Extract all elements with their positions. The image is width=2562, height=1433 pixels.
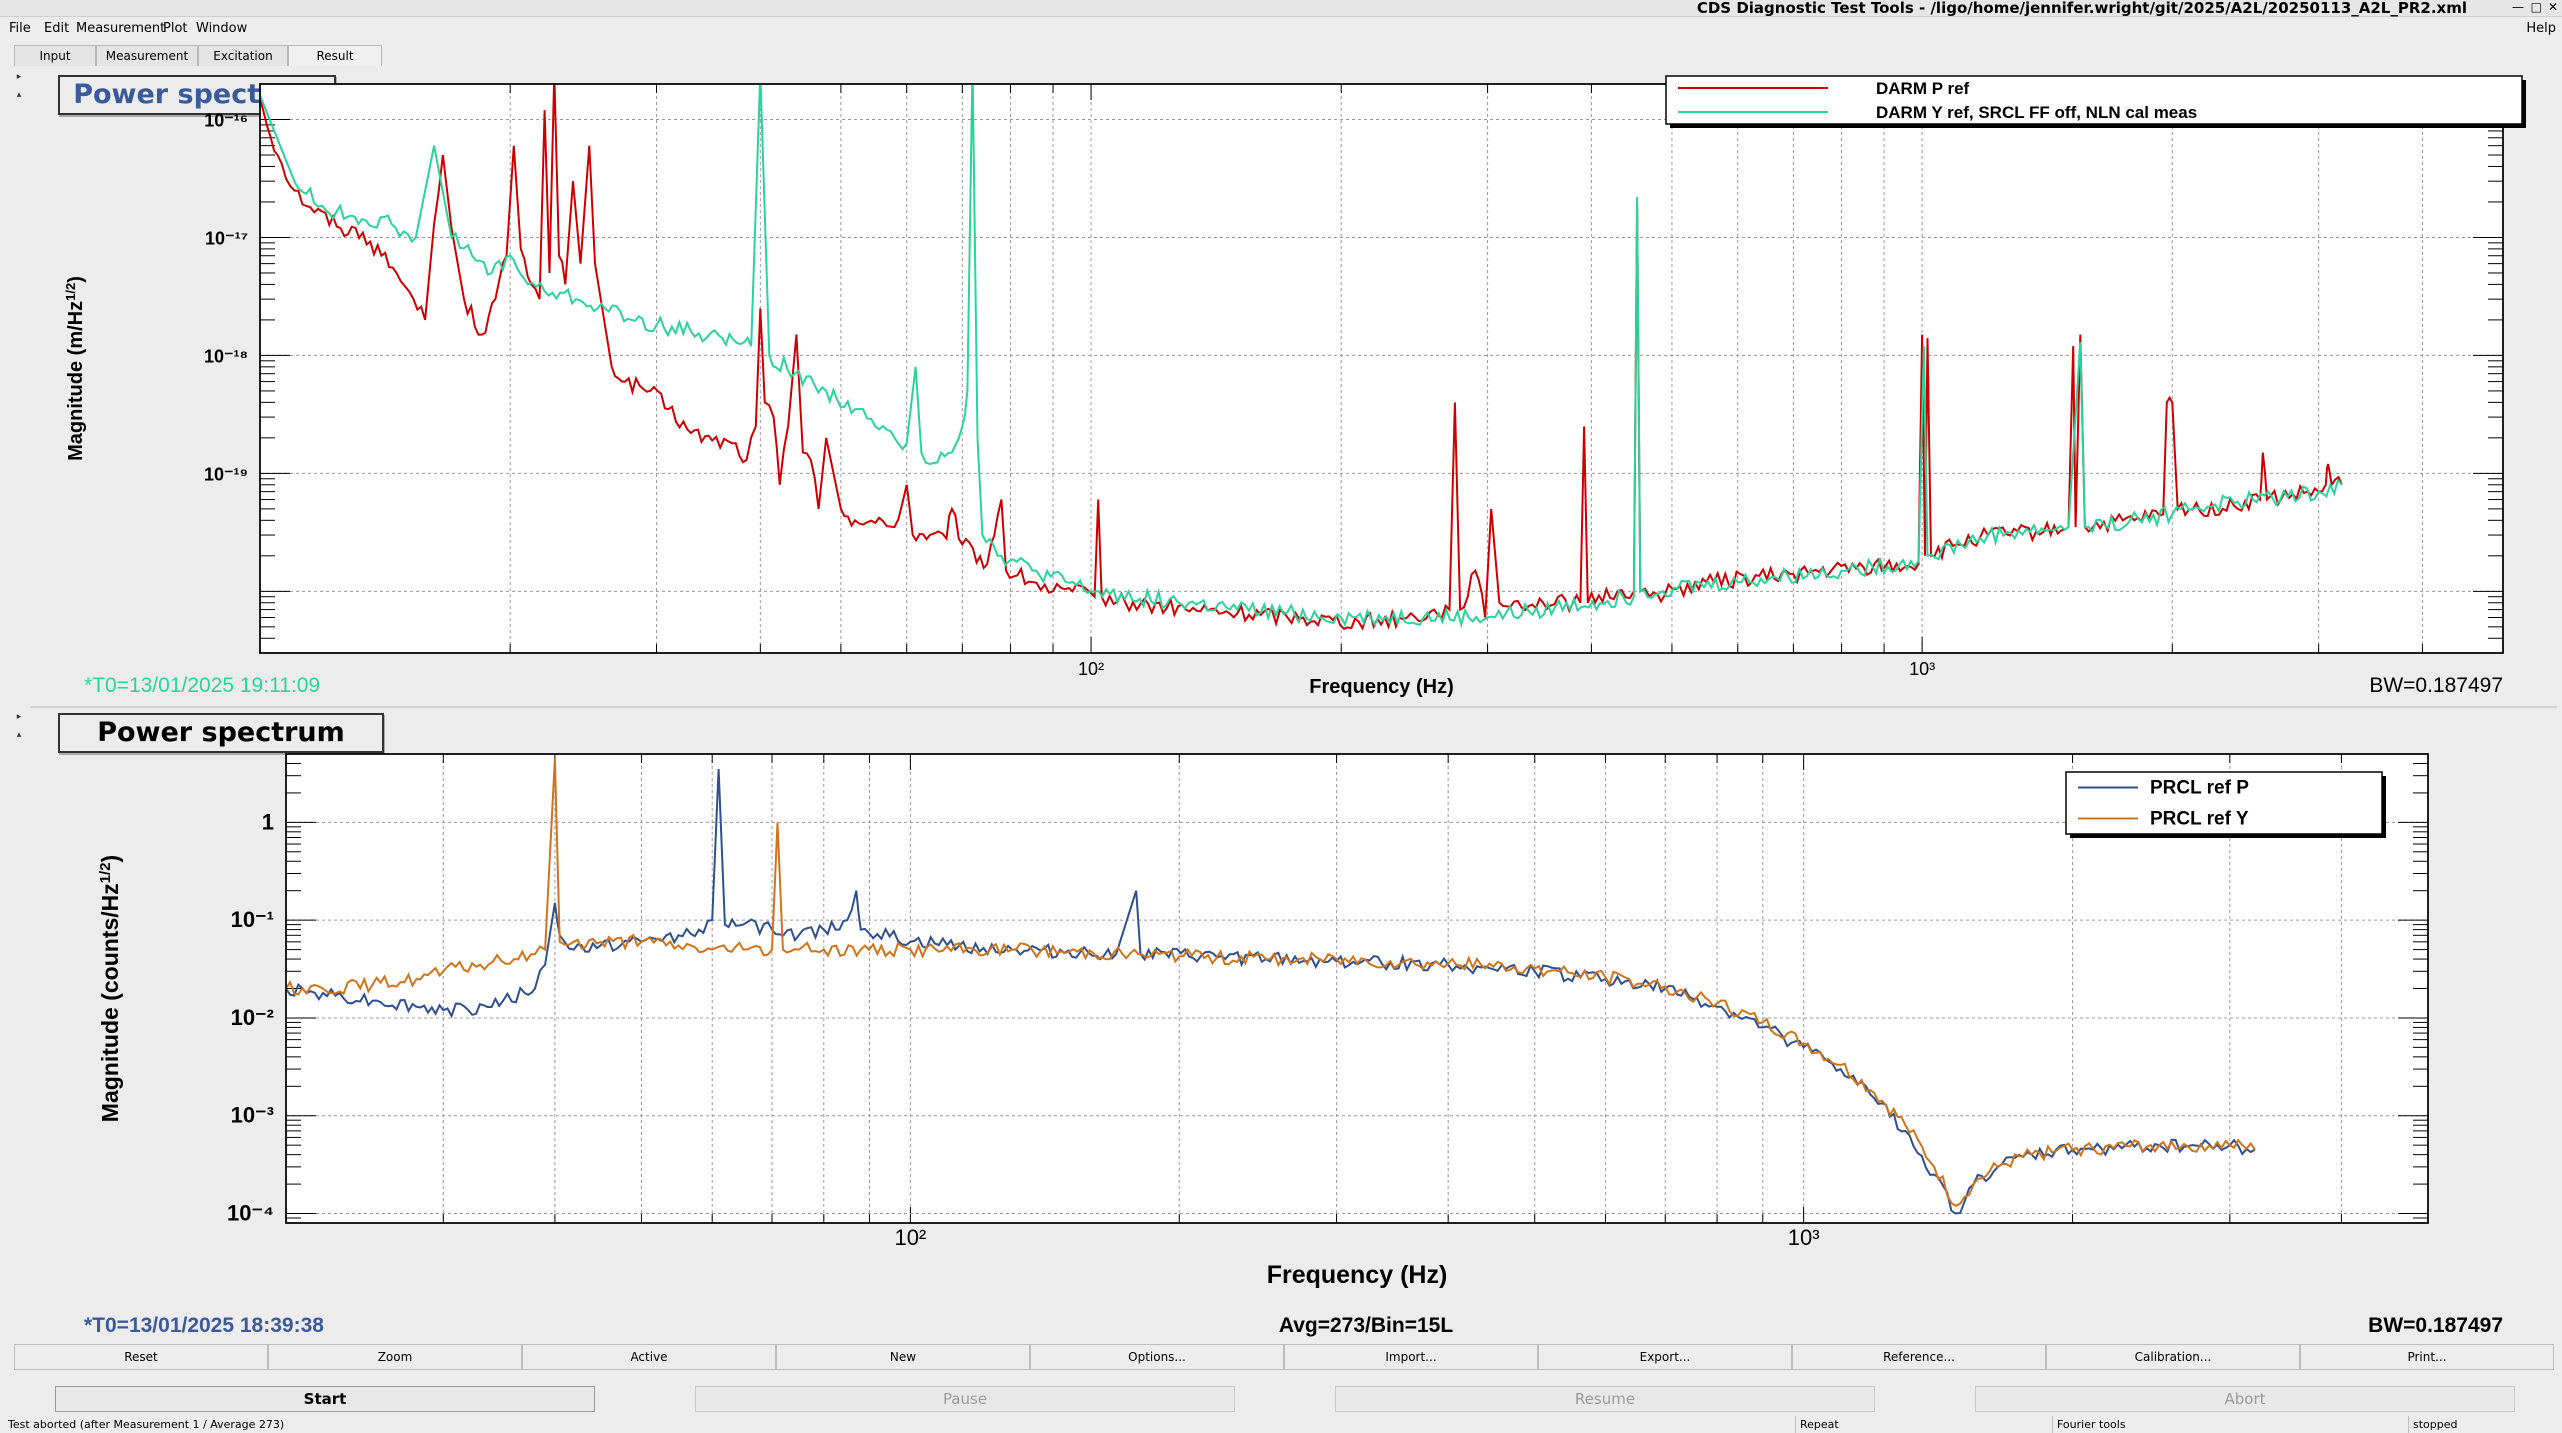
title-bar: CDS Diagnostic Test Tools - /ligo/home/j… <box>0 0 2562 17</box>
y-tick-label: 1 <box>262 809 274 834</box>
legend-label: DARM Y ref, SRCL FF off, NLN cal meas <box>1876 103 2197 122</box>
plot-panel-top: Power spectrum 10² 10³ 10⁻¹⁶ 10⁻¹⁷ 10⁻¹⁸ 10⁻¹… <box>30 68 2557 704</box>
bandwidth-label: BW=0.187497 <box>2369 674 2503 697</box>
y-axis-label: Magnitude (m/Hz1/2) <box>63 276 88 461</box>
y-tick-label: 10⁻¹⁹ <box>204 464 248 484</box>
window-title: CDS Diagnostic Test Tools - /ligo/home/j… <box>1696 0 2467 17</box>
status-message: Test aborted (after Measurement 1 / Aver… <box>8 1418 285 1431</box>
import-button[interactable]: Import... <box>1284 1344 1538 1370</box>
status-repeat: Repeat <box>1795 1416 1839 1433</box>
y-tick-label: 10⁻² <box>231 1005 274 1030</box>
legend-label: PRCL ref P <box>2150 778 2249 799</box>
y-tick-label: 10⁻¹⁸ <box>204 346 248 366</box>
plot-area <box>259 83 2504 654</box>
tab-excitation[interactable]: Excitation <box>198 45 288 66</box>
plot-panel-bottom: Power spectrum 10² 10³ 1 10⁻¹ 10⁻² 10⁻³ 10⁻⁴ PR… <box>30 710 2557 1340</box>
legend-label: PRCL ref Y <box>2150 809 2249 830</box>
tab-result[interactable]: Result <box>288 45 382 66</box>
status-tools: Fourier tools <box>2052 1416 2126 1433</box>
menu-file[interactable]: File <box>9 21 31 36</box>
y-tick-label: 10⁻¹⁷ <box>205 228 248 248</box>
y-tick-label: 10⁻¹ <box>231 907 274 932</box>
y-tick-label: 10⁻³ <box>231 1103 274 1128</box>
averages-label: Avg=273/Bin=15L <box>1279 1314 1453 1337</box>
pane-expand-icon[interactable]: ▸ <box>12 70 26 84</box>
legend-label: DARM P ref <box>1876 79 1970 98</box>
y-tick-label: 10⁻⁴ <box>227 1201 274 1226</box>
menu-measurement[interactable]: Measurement <box>76 21 165 36</box>
new-button[interactable]: New <box>776 1344 1030 1370</box>
close-icon[interactable]: ✕ <box>2548 0 2558 14</box>
spectrum-chart-bottom[interactable]: 10² 10³ 1 10⁻¹ 10⁻² 10⁻³ 10⁻⁴ PRCL ref P PRCL re… <box>30 710 2557 1340</box>
menu-edit[interactable]: Edit <box>44 21 69 36</box>
pane-collapse-icon[interactable]: ▴ <box>12 88 26 102</box>
panel-divider[interactable] <box>30 706 2557 708</box>
menu-plot[interactable]: Plot <box>163 21 188 36</box>
menu-bar: File Edit Measurement Plot Window Help <box>0 18 2562 40</box>
start-button[interactable]: Start <box>55 1386 595 1412</box>
zoom-button[interactable]: Zoom <box>268 1344 522 1370</box>
print-button[interactable]: Print... <box>2300 1344 2554 1370</box>
abort-button[interactable]: Abort <box>1975 1386 2515 1412</box>
menu-window[interactable]: Window <box>196 21 247 36</box>
reference-button[interactable]: Reference... <box>1792 1344 2046 1370</box>
options-button[interactable]: Options... <box>1030 1344 1284 1370</box>
tab-input[interactable]: Input <box>14 45 96 66</box>
bandwidth-label: BW=0.187497 <box>2368 1314 2503 1337</box>
menu-help[interactable]: Help <box>2526 21 2556 36</box>
x-axis-label: Frequency (Hz) <box>1309 676 1453 698</box>
x-tick-label: 10³ <box>1788 1225 1820 1250</box>
timestamp-label: *T0=13/01/2025 18:39:38 <box>84 1314 324 1337</box>
resume-button[interactable]: Resume <box>1335 1386 1875 1412</box>
reset-button[interactable]: Reset <box>14 1344 268 1370</box>
pause-button[interactable]: Pause <box>695 1386 1235 1412</box>
calibration-button[interactable]: Calibration... <box>2046 1344 2300 1370</box>
active-button[interactable]: Active <box>522 1344 776 1370</box>
spectrum-chart-top[interactable]: 10² 10³ 10⁻¹⁶ 10⁻¹⁷ 10⁻¹⁸ 10⁻¹⁹ DARM P ref DARM… <box>30 68 2557 704</box>
x-axis-label: Frequency (Hz) <box>1267 1261 1448 1289</box>
tab-measurement[interactable]: Measurement <box>96 45 198 66</box>
run-controls: Start Pause Resume Abort <box>0 1386 2562 1412</box>
x-tick-label: 10² <box>1078 659 1104 679</box>
pane-expand-icon[interactable]: ▸ <box>12 710 26 724</box>
plot-toolbar: Reset Zoom Active New Options... Import.… <box>14 1344 2554 1370</box>
timestamp-label: *T0=13/01/2025 19:11:09 <box>84 674 320 697</box>
x-tick-label: 10² <box>894 1225 926 1250</box>
pane-collapse-icon[interactable]: ▴ <box>12 728 26 742</box>
status-state: stopped <box>2408 1416 2458 1433</box>
status-bar: Test aborted (after Measurement 1 / Aver… <box>0 1416 2562 1433</box>
y-tick-label: 10⁻¹⁶ <box>204 111 248 131</box>
maximize-icon[interactable]: □ <box>2531 0 2542 14</box>
x-tick-label: 10³ <box>1909 659 1935 679</box>
minimize-icon[interactable]: — <box>2512 0 2524 14</box>
y-axis-label: Magnitude (counts/Hz1/2) <box>97 855 124 1122</box>
export-button[interactable]: Export... <box>1538 1344 1792 1370</box>
